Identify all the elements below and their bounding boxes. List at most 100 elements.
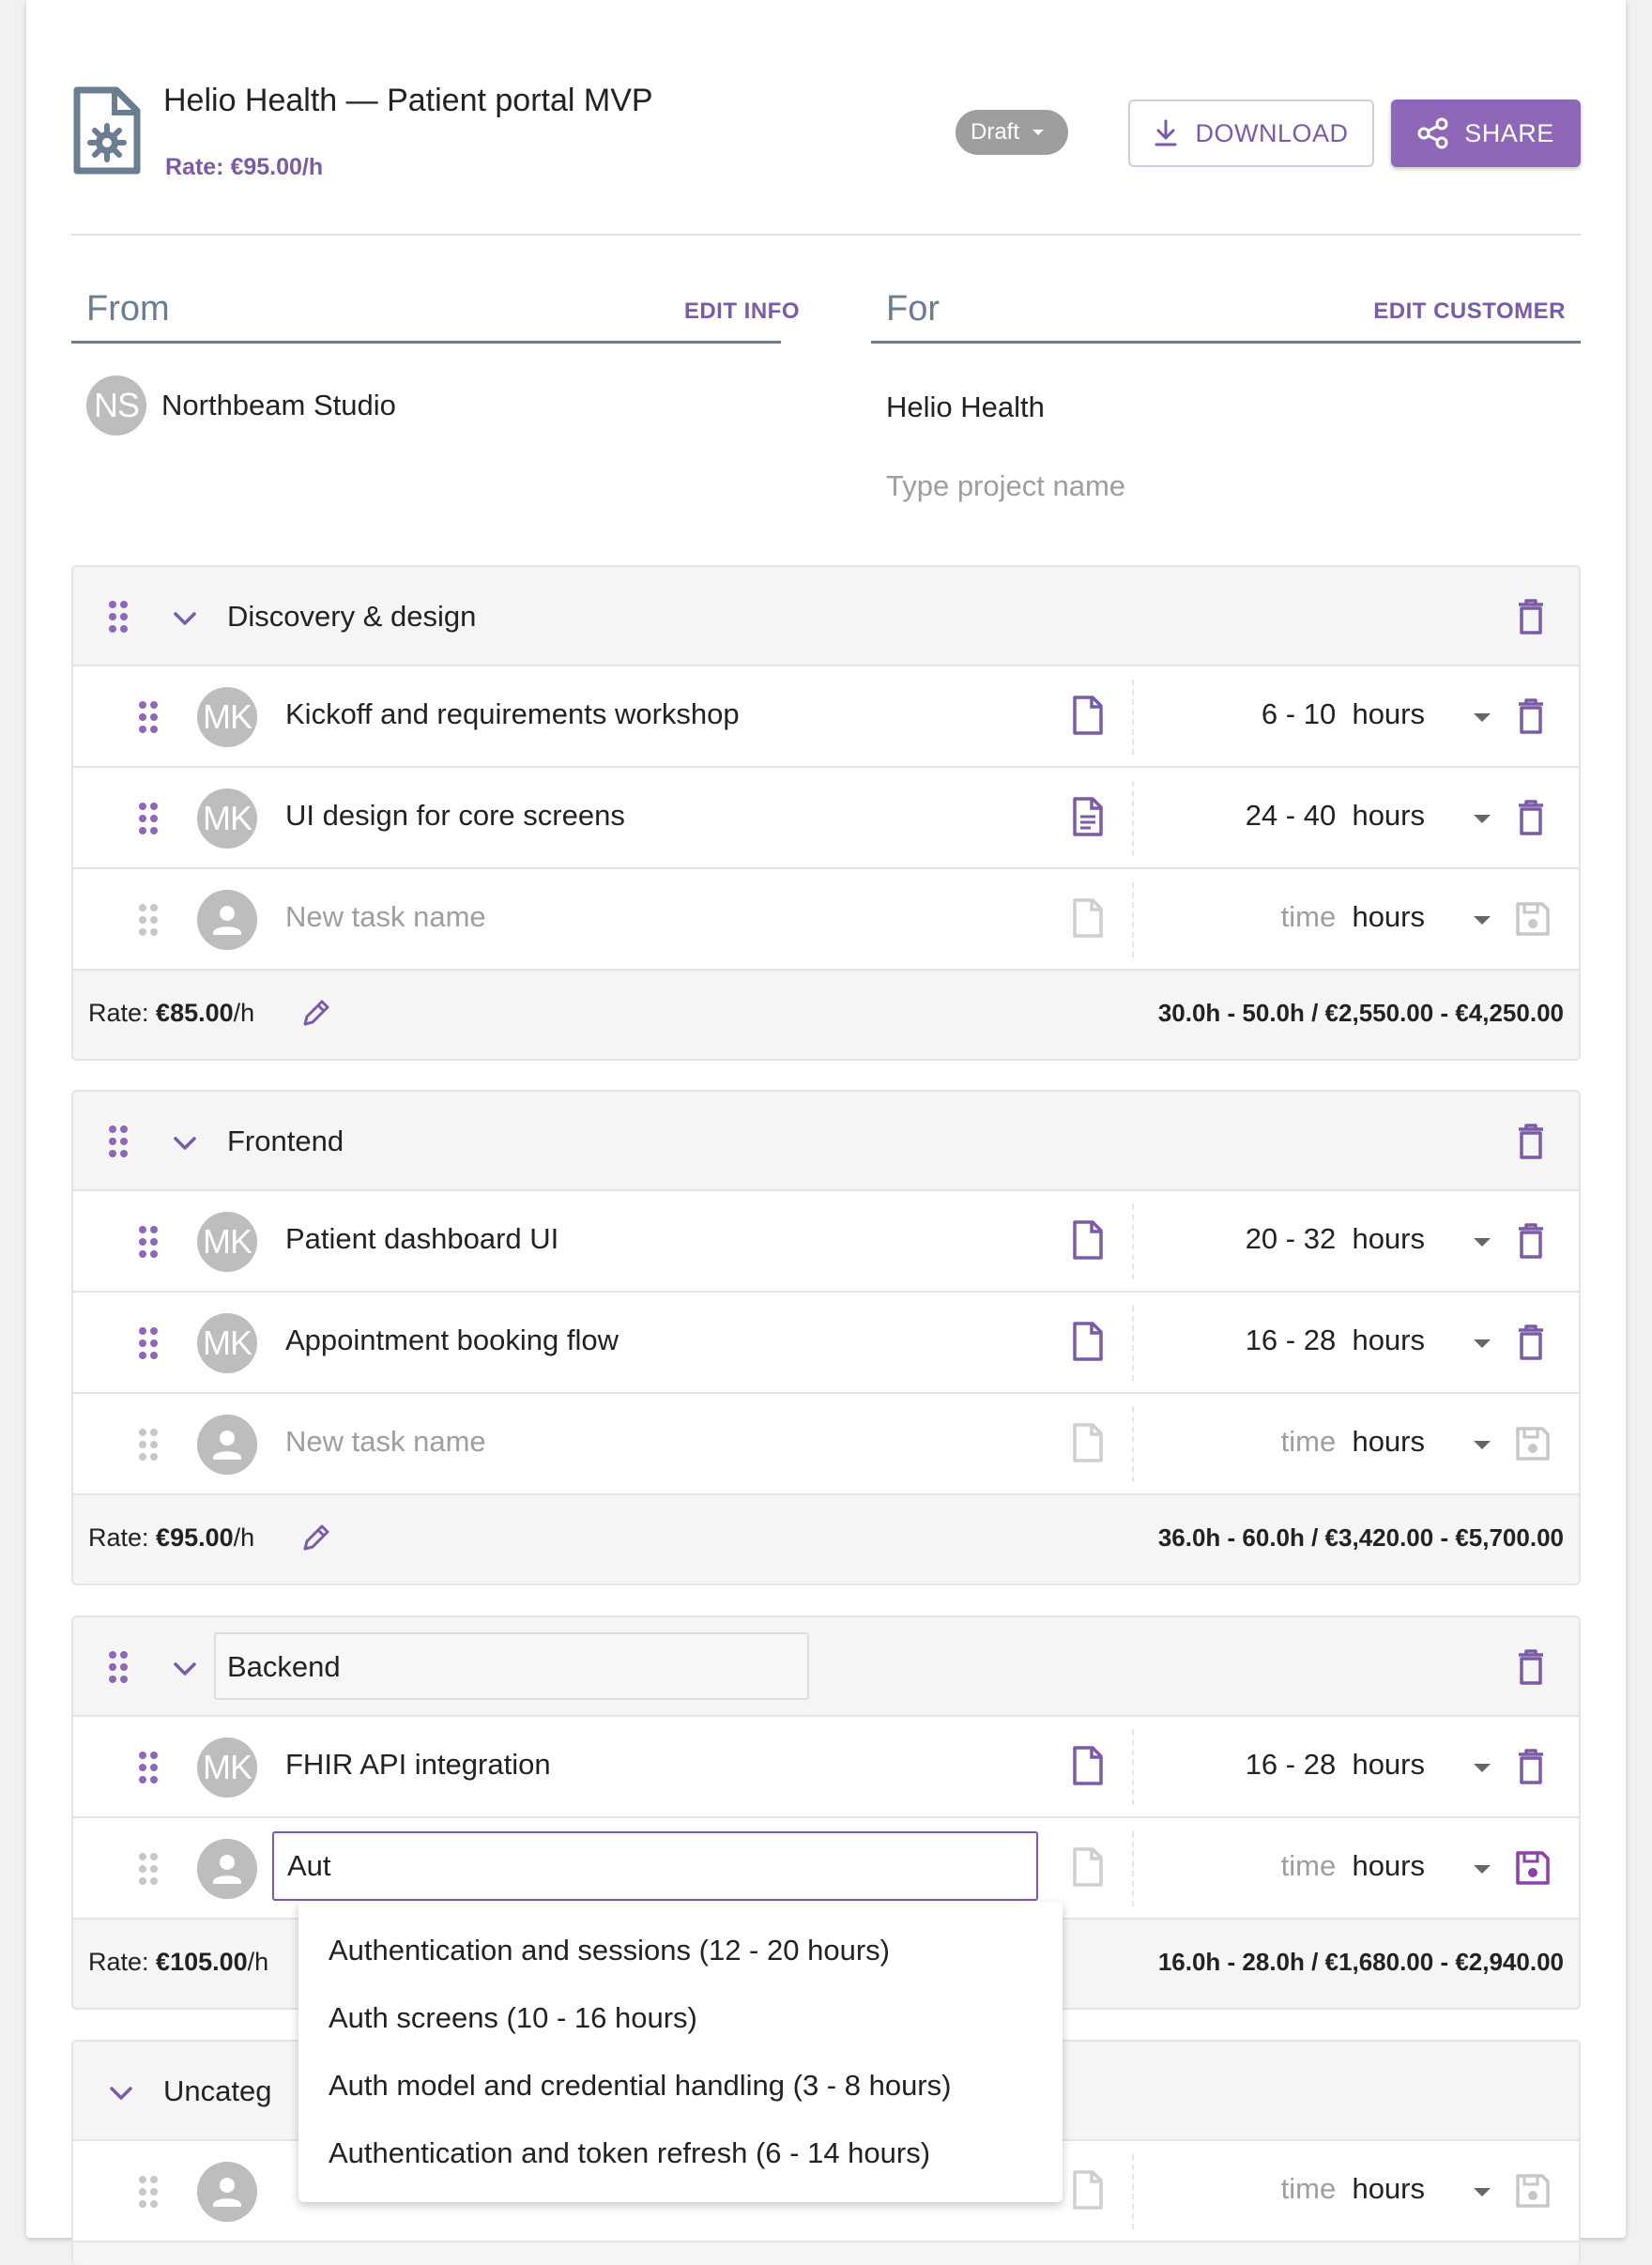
estimate-range[interactable]: 16 - 28 hours [1246, 1748, 1425, 1782]
header-divider [71, 234, 1581, 236]
note-icon[interactable] [1072, 1321, 1104, 1362]
estimate-min: 20 [1245, 1222, 1278, 1255]
estimate-range[interactable]: 24 - 40 hours [1246, 799, 1425, 833]
unit-dropdown-caret-icon[interactable] [1474, 1339, 1491, 1348]
unit-dropdown-caret-icon[interactable] [1474, 815, 1491, 823]
chevron-down-icon[interactable] [173, 611, 197, 626]
column-divider [1132, 2154, 1134, 2229]
new-task-row: New task name time hours [73, 869, 1579, 971]
for-heading: For [886, 289, 940, 329]
document-gear-icon [73, 86, 141, 175]
person-icon [197, 890, 257, 950]
drag-handle-icon[interactable] [139, 1752, 158, 1783]
unit-dropdown-caret-icon[interactable] [1474, 1238, 1491, 1247]
trash-icon[interactable] [1517, 1124, 1545, 1159]
estimate-range[interactable]: 6 - 10 hours [1262, 697, 1425, 731]
trash-icon[interactable] [1517, 800, 1545, 835]
save-icon[interactable] [1515, 1850, 1551, 1886]
pencil-icon[interactable] [300, 997, 332, 1029]
new-task-input[interactable]: Aut [272, 1831, 1038, 1901]
from-underline [71, 341, 781, 344]
group-name[interactable]: Backend [227, 1650, 341, 1684]
task-name[interactable]: UI design for core screens [285, 799, 625, 833]
autocomplete-option[interactable]: Authentication and token refresh (6 - 14… [298, 2120, 1063, 2187]
estimate-min: 6 [1261, 697, 1278, 730]
task-name[interactable]: Kickoff and requirements workshop [285, 697, 740, 731]
new-time-input[interactable]: time hours [1281, 900, 1425, 934]
person-icon [197, 1839, 257, 1899]
group-header: Frontend [73, 1092, 1579, 1191]
estimate-unit: hours [1352, 1425, 1425, 1458]
rate-prefix: Rate: [88, 1523, 157, 1552]
task-name[interactable]: Appointment booking flow [285, 1324, 619, 1357]
estimate-min: 24 [1245, 799, 1278, 832]
chevron-down-icon[interactable] [173, 1136, 197, 1151]
column-divider [1132, 1730, 1134, 1805]
drag-handle-icon[interactable] [109, 1125, 128, 1157]
project-name-input[interactable]: Type project name [886, 469, 1125, 503]
chevron-down-icon[interactable] [109, 2086, 133, 2101]
estimate-range[interactable]: 16 - 28 hours [1246, 1324, 1425, 1357]
drag-handle-icon[interactable] [109, 601, 128, 633]
status-dropdown[interactable]: Draft [956, 110, 1068, 155]
note-icon [1073, 898, 1103, 938]
trash-icon[interactable] [1517, 1324, 1545, 1360]
note-icon[interactable] [1072, 1219, 1104, 1261]
unit-dropdown-caret-icon[interactable] [1474, 916, 1491, 925]
column-divider [1132, 1831, 1134, 1906]
download-button[interactable]: DOWNLOAD [1128, 99, 1374, 167]
share-button[interactable]: SHARE [1391, 99, 1581, 167]
task-name[interactable]: FHIR API integration [285, 1748, 551, 1782]
pencil-icon[interactable] [300, 1522, 332, 1553]
avatar: MK [197, 1737, 257, 1798]
drag-handle-icon[interactable] [109, 1651, 128, 1683]
unit-dropdown-caret-icon[interactable] [1474, 1865, 1491, 1874]
new-task-input[interactable]: New task name [285, 1425, 486, 1459]
avatar: MK [197, 1212, 257, 1272]
unit-dropdown-caret-icon[interactable] [1474, 1441, 1491, 1449]
drag-handle-icon[interactable] [139, 803, 158, 834]
group-name[interactable]: Uncateg [163, 2074, 271, 2108]
task-name[interactable]: Patient dashboard UI [285, 1222, 558, 1256]
edit-info-link[interactable]: EDIT INFO [684, 298, 800, 325]
group-rate: Rate: €105.00/h [88, 1948, 268, 1977]
autocomplete-option[interactable]: Auth model and credential handling (3 - … [298, 2052, 1063, 2120]
chevron-down-icon[interactable] [173, 1661, 197, 1676]
note-icon[interactable] [1072, 695, 1104, 736]
trash-icon[interactable] [1517, 599, 1545, 635]
estimate-unit: hours [1352, 1222, 1425, 1255]
unit-dropdown-caret-icon[interactable] [1474, 713, 1491, 722]
note-filled-icon[interactable] [1072, 796, 1104, 837]
trash-icon[interactable] [1517, 1749, 1545, 1784]
estimate-unit: hours [1352, 1324, 1425, 1356]
drag-handle-icon[interactable] [139, 701, 158, 733]
drag-handle-icon[interactable] [139, 1327, 158, 1359]
edit-customer-link[interactable]: EDIT CUSTOMER [1373, 298, 1566, 325]
estimate-range[interactable]: 20 - 32 hours [1246, 1222, 1425, 1256]
group-name[interactable]: Discovery & design [227, 600, 476, 634]
unit-dropdown-caret-icon[interactable] [1474, 1764, 1491, 1772]
estimate-unit: hours [1352, 697, 1425, 730]
trash-icon[interactable] [1517, 698, 1545, 734]
note-icon[interactable] [1072, 1745, 1104, 1786]
new-time-input[interactable]: time hours [1281, 2172, 1425, 2206]
new-task-input[interactable]: New task name [285, 900, 486, 934]
task-row: MK Appointment booking flow 16 - 28 hour… [73, 1293, 1579, 1394]
group-name[interactable]: Frontend [227, 1125, 344, 1158]
trash-icon[interactable] [1517, 1223, 1545, 1259]
for-underline [871, 341, 1581, 344]
caret-down-icon [1032, 130, 1045, 135]
new-time-input[interactable]: time hours [1281, 1425, 1425, 1459]
note-icon [1073, 2170, 1103, 2210]
new-time-input[interactable]: time hours [1281, 1849, 1425, 1883]
estimate-max: 32 [1303, 1222, 1337, 1255]
drag-handle-icon[interactable] [139, 1226, 158, 1258]
task-row: MK FHIR API integration 16 - 28 hours [73, 1717, 1579, 1818]
unit-dropdown-caret-icon[interactable] [1474, 2188, 1491, 2196]
autocomplete-option[interactable]: Authentication and sessions (12 - 20 hou… [298, 1917, 1063, 1984]
trash-icon[interactable] [1517, 1649, 1545, 1685]
autocomplete-option[interactable]: Auth screens (10 - 16 hours) [298, 1984, 1063, 2052]
share-label: SHARE [1464, 118, 1554, 147]
estimate-min: 16 [1245, 1748, 1278, 1781]
save-icon [1516, 1427, 1550, 1461]
